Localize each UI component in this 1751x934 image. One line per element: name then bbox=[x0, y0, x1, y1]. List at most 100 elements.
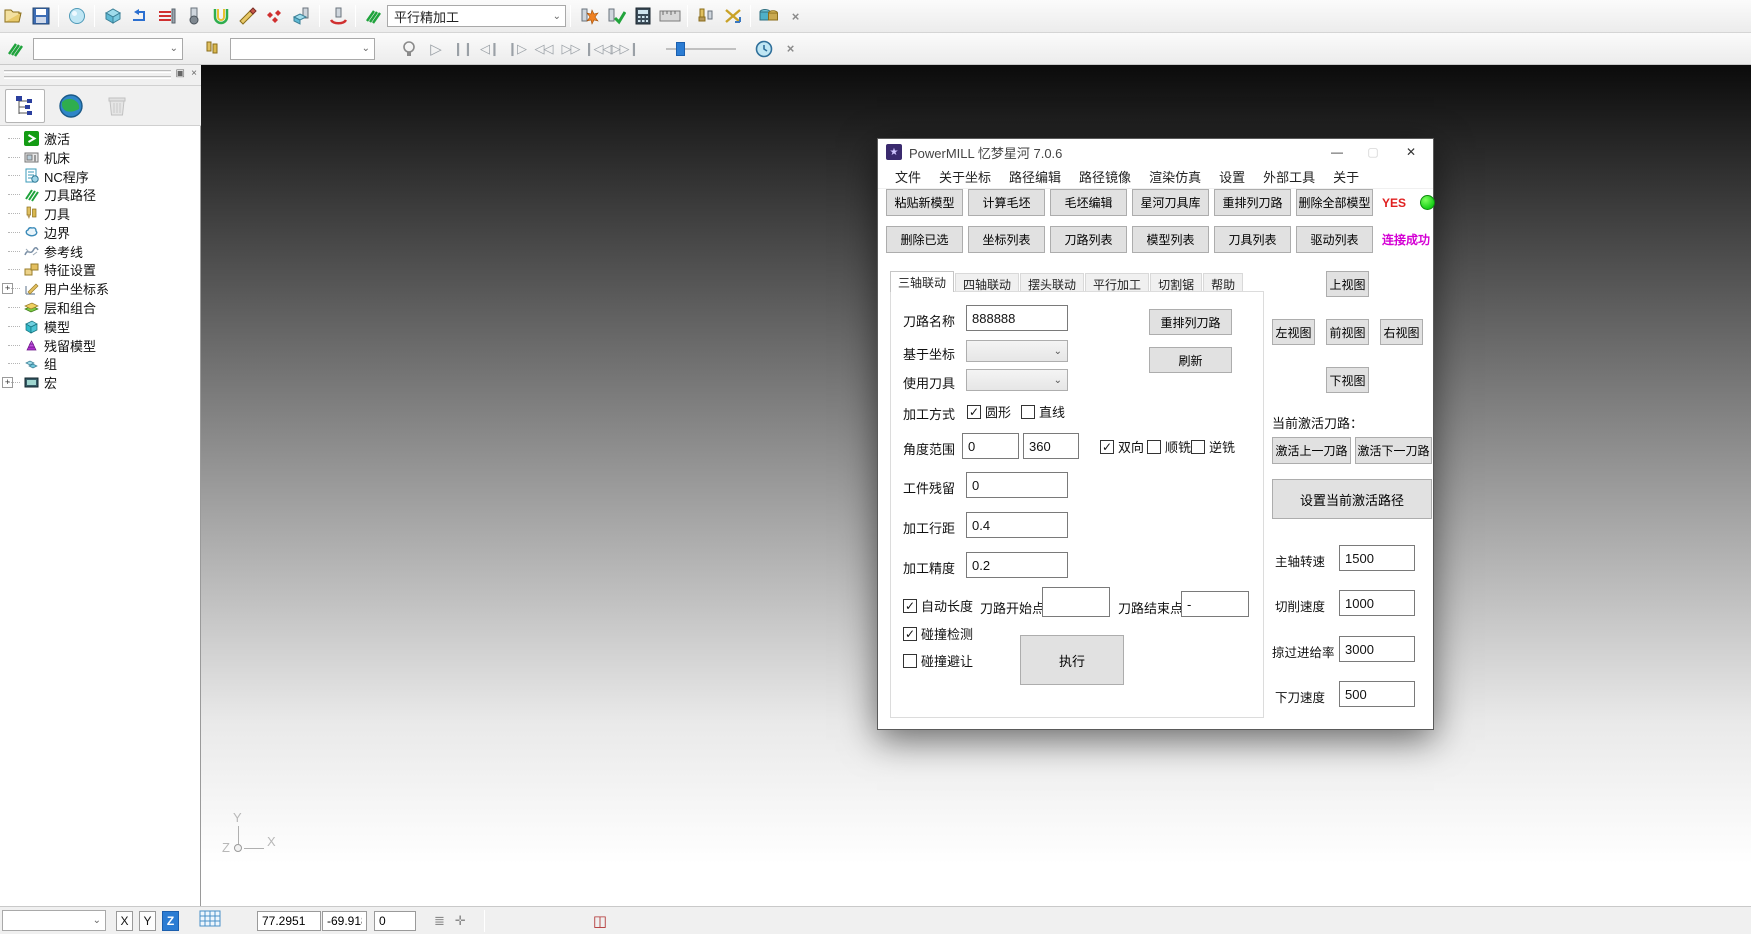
delete-all-models-button[interactable]: 删除全部模型 bbox=[1296, 189, 1373, 216]
menu-path-mirror[interactable]: 路径镜像 bbox=[1070, 164, 1140, 189]
tool-pair-icon[interactable] bbox=[692, 3, 719, 29]
calculator-icon[interactable] bbox=[629, 3, 656, 29]
close-icon[interactable]: × bbox=[777, 36, 804, 62]
simulate-tool-icon[interactable] bbox=[324, 3, 351, 29]
tree-item-machine[interactable]: 机床 bbox=[0, 148, 200, 167]
tab-4axis[interactable]: 四轴联动 bbox=[955, 273, 1019, 292]
rewind-icon[interactable]: ◁◁ bbox=[530, 36, 557, 62]
tree-item-feature-sets[interactable]: 特征设置 bbox=[0, 261, 200, 280]
spring-icon[interactable] bbox=[2, 36, 29, 62]
verify-tool-icon[interactable] bbox=[602, 3, 629, 29]
checkbox-icon[interactable] bbox=[1191, 440, 1205, 454]
toolpath-list-button[interactable]: 刀路列表 bbox=[1050, 226, 1127, 253]
model-list-button[interactable]: 模型列表 bbox=[1132, 226, 1209, 253]
execute-button[interactable]: 执行 bbox=[1020, 635, 1124, 685]
clock-icon[interactable] bbox=[750, 36, 777, 62]
save-icon[interactable] bbox=[27, 3, 54, 29]
checkbox-icon[interactable] bbox=[903, 654, 917, 668]
explorer-tree-icon[interactable] bbox=[5, 89, 45, 123]
plunge-speed-input[interactable] bbox=[1339, 681, 1415, 707]
menu-external-tools[interactable]: 外部工具 bbox=[1254, 164, 1324, 189]
tab-swivel[interactable]: 摆头联动 bbox=[1020, 273, 1084, 292]
spindle-speed-input[interactable] bbox=[1339, 545, 1415, 571]
menu-file[interactable]: 文件 bbox=[886, 164, 930, 189]
tree-item-models[interactable]: 模型 bbox=[0, 317, 200, 336]
checkbox-icon[interactable] bbox=[1021, 405, 1035, 419]
lamp-icon[interactable] bbox=[395, 36, 422, 62]
angle-end-input[interactable] bbox=[1023, 433, 1079, 459]
tree-item-toolpaths[interactable]: 刀具路径 bbox=[0, 185, 200, 204]
menu-about[interactable]: 关于 bbox=[1324, 164, 1368, 189]
bidirectional-checkbox[interactable]: ✓ 双向 bbox=[1100, 437, 1144, 456]
stock-input[interactable] bbox=[966, 472, 1068, 498]
pause-icon[interactable]: ❙❙ bbox=[449, 36, 476, 62]
collision-check-checkbox[interactable]: ✓ 碰撞检测 bbox=[903, 624, 973, 643]
paste-new-model-button[interactable]: 粘贴新模型 bbox=[886, 189, 963, 216]
checkbox-icon[interactable]: ✓ bbox=[967, 405, 981, 419]
tab-3axis[interactable]: 三轴联动 bbox=[890, 271, 954, 292]
web-globe-icon[interactable] bbox=[51, 89, 91, 123]
cutting-speed-input[interactable] bbox=[1339, 590, 1415, 616]
points-icon[interactable] bbox=[261, 3, 288, 29]
panel-toggle-icon[interactable]: ◫ bbox=[593, 912, 607, 930]
z-toggle[interactable]: Z bbox=[162, 911, 179, 931]
trash-icon[interactable] bbox=[97, 89, 137, 123]
tree-item-levels[interactable]: 层和组合 bbox=[0, 298, 200, 317]
view-bottom-button[interactable]: 下视图 bbox=[1326, 367, 1369, 393]
toolpath-combo[interactable]: ⌄ bbox=[33, 38, 183, 60]
tree-item-workplanes[interactable]: + 用户坐标系 bbox=[0, 279, 200, 298]
boundary-icon[interactable] bbox=[207, 3, 234, 29]
activate-prev-button[interactable]: 激活上一刀路 bbox=[1272, 437, 1351, 464]
menu-coords[interactable]: 关于坐标 bbox=[930, 164, 1000, 189]
zlevel-icon[interactable] bbox=[153, 3, 180, 29]
tool-combo[interactable]: ⌄ bbox=[230, 38, 375, 60]
block-edit-button[interactable]: 毛坯编辑 bbox=[1050, 189, 1127, 216]
menu-settings[interactable]: 设置 bbox=[1210, 164, 1254, 189]
list-icon[interactable]: ≣ bbox=[434, 913, 445, 929]
close-icon[interactable]: × bbox=[782, 3, 809, 29]
step-back-icon[interactable]: ◁❙ bbox=[476, 36, 503, 62]
ballnose-tool-icon[interactable] bbox=[180, 3, 207, 29]
drive-list-button[interactable]: 驱动列表 bbox=[1296, 226, 1373, 253]
view-left-button[interactable]: 左视图 bbox=[1272, 319, 1315, 345]
close-button[interactable]: ✕ bbox=[1391, 139, 1431, 165]
coord-x-field[interactable] bbox=[257, 911, 321, 931]
panel-close-icon[interactable]: × bbox=[191, 68, 197, 79]
tools-icon[interactable] bbox=[199, 36, 226, 62]
toolpath-name-input[interactable] bbox=[966, 305, 1068, 331]
x-toggle[interactable]: X bbox=[116, 911, 133, 931]
angle-start-input[interactable] bbox=[962, 433, 1019, 459]
panel-float-icon[interactable]: ▣ bbox=[176, 68, 185, 79]
menu-render-sim[interactable]: 渲染仿真 bbox=[1140, 164, 1210, 189]
tolerance-input[interactable] bbox=[966, 552, 1068, 578]
tool-block-icon[interactable] bbox=[288, 3, 315, 29]
set-active-path-button[interactable]: 设置当前激活路径 bbox=[1272, 479, 1432, 519]
tree-item-tools[interactable]: 刀具 bbox=[0, 204, 200, 223]
mode-circle-checkbox[interactable]: ✓ 圆形 bbox=[967, 402, 1011, 421]
tab-parallel[interactable]: 平行加工 bbox=[1085, 273, 1149, 292]
play-icon[interactable]: ▷ bbox=[422, 36, 449, 62]
conventional-checkbox[interactable]: 逆铣 bbox=[1191, 437, 1235, 456]
tree-item-groups[interactable]: 组 bbox=[0, 355, 200, 374]
tree-item-stock-models[interactable]: 残留模型 bbox=[0, 336, 200, 355]
stepover-input[interactable] bbox=[966, 512, 1068, 538]
grid-icon[interactable] bbox=[199, 910, 221, 931]
strategy-combo[interactable]: 平行精加工 ⌄ bbox=[387, 5, 566, 27]
coord-combo[interactable]: ⌄ bbox=[966, 340, 1068, 362]
minimize-button[interactable]: — bbox=[1317, 139, 1357, 165]
refresh-button[interactable]: 刷新 bbox=[1149, 347, 1232, 373]
tree-item-nc-program[interactable]: NC程序 bbox=[0, 167, 200, 186]
models-icon[interactable] bbox=[755, 3, 782, 29]
view-top-button[interactable]: 上视图 bbox=[1326, 271, 1369, 297]
skim-feed-input[interactable] bbox=[1339, 636, 1415, 662]
collision-check-icon[interactable] bbox=[575, 3, 602, 29]
menu-path-edit[interactable]: 路径编辑 bbox=[1000, 164, 1070, 189]
rearrange-toolpaths-button[interactable]: 重排列刀路 bbox=[1214, 189, 1291, 216]
panel-grip[interactable]: ▣ × bbox=[0, 65, 201, 86]
tree-item-activate[interactable]: 激活 bbox=[0, 129, 200, 148]
step-forward-icon[interactable]: ❙▷ bbox=[503, 36, 530, 62]
toolpath-create-icon[interactable] bbox=[126, 3, 153, 29]
collision-avoid-checkbox[interactable]: 碰撞避让 bbox=[903, 651, 973, 670]
spring-icon[interactable] bbox=[360, 3, 387, 29]
swap-axes-icon[interactable] bbox=[719, 3, 746, 29]
